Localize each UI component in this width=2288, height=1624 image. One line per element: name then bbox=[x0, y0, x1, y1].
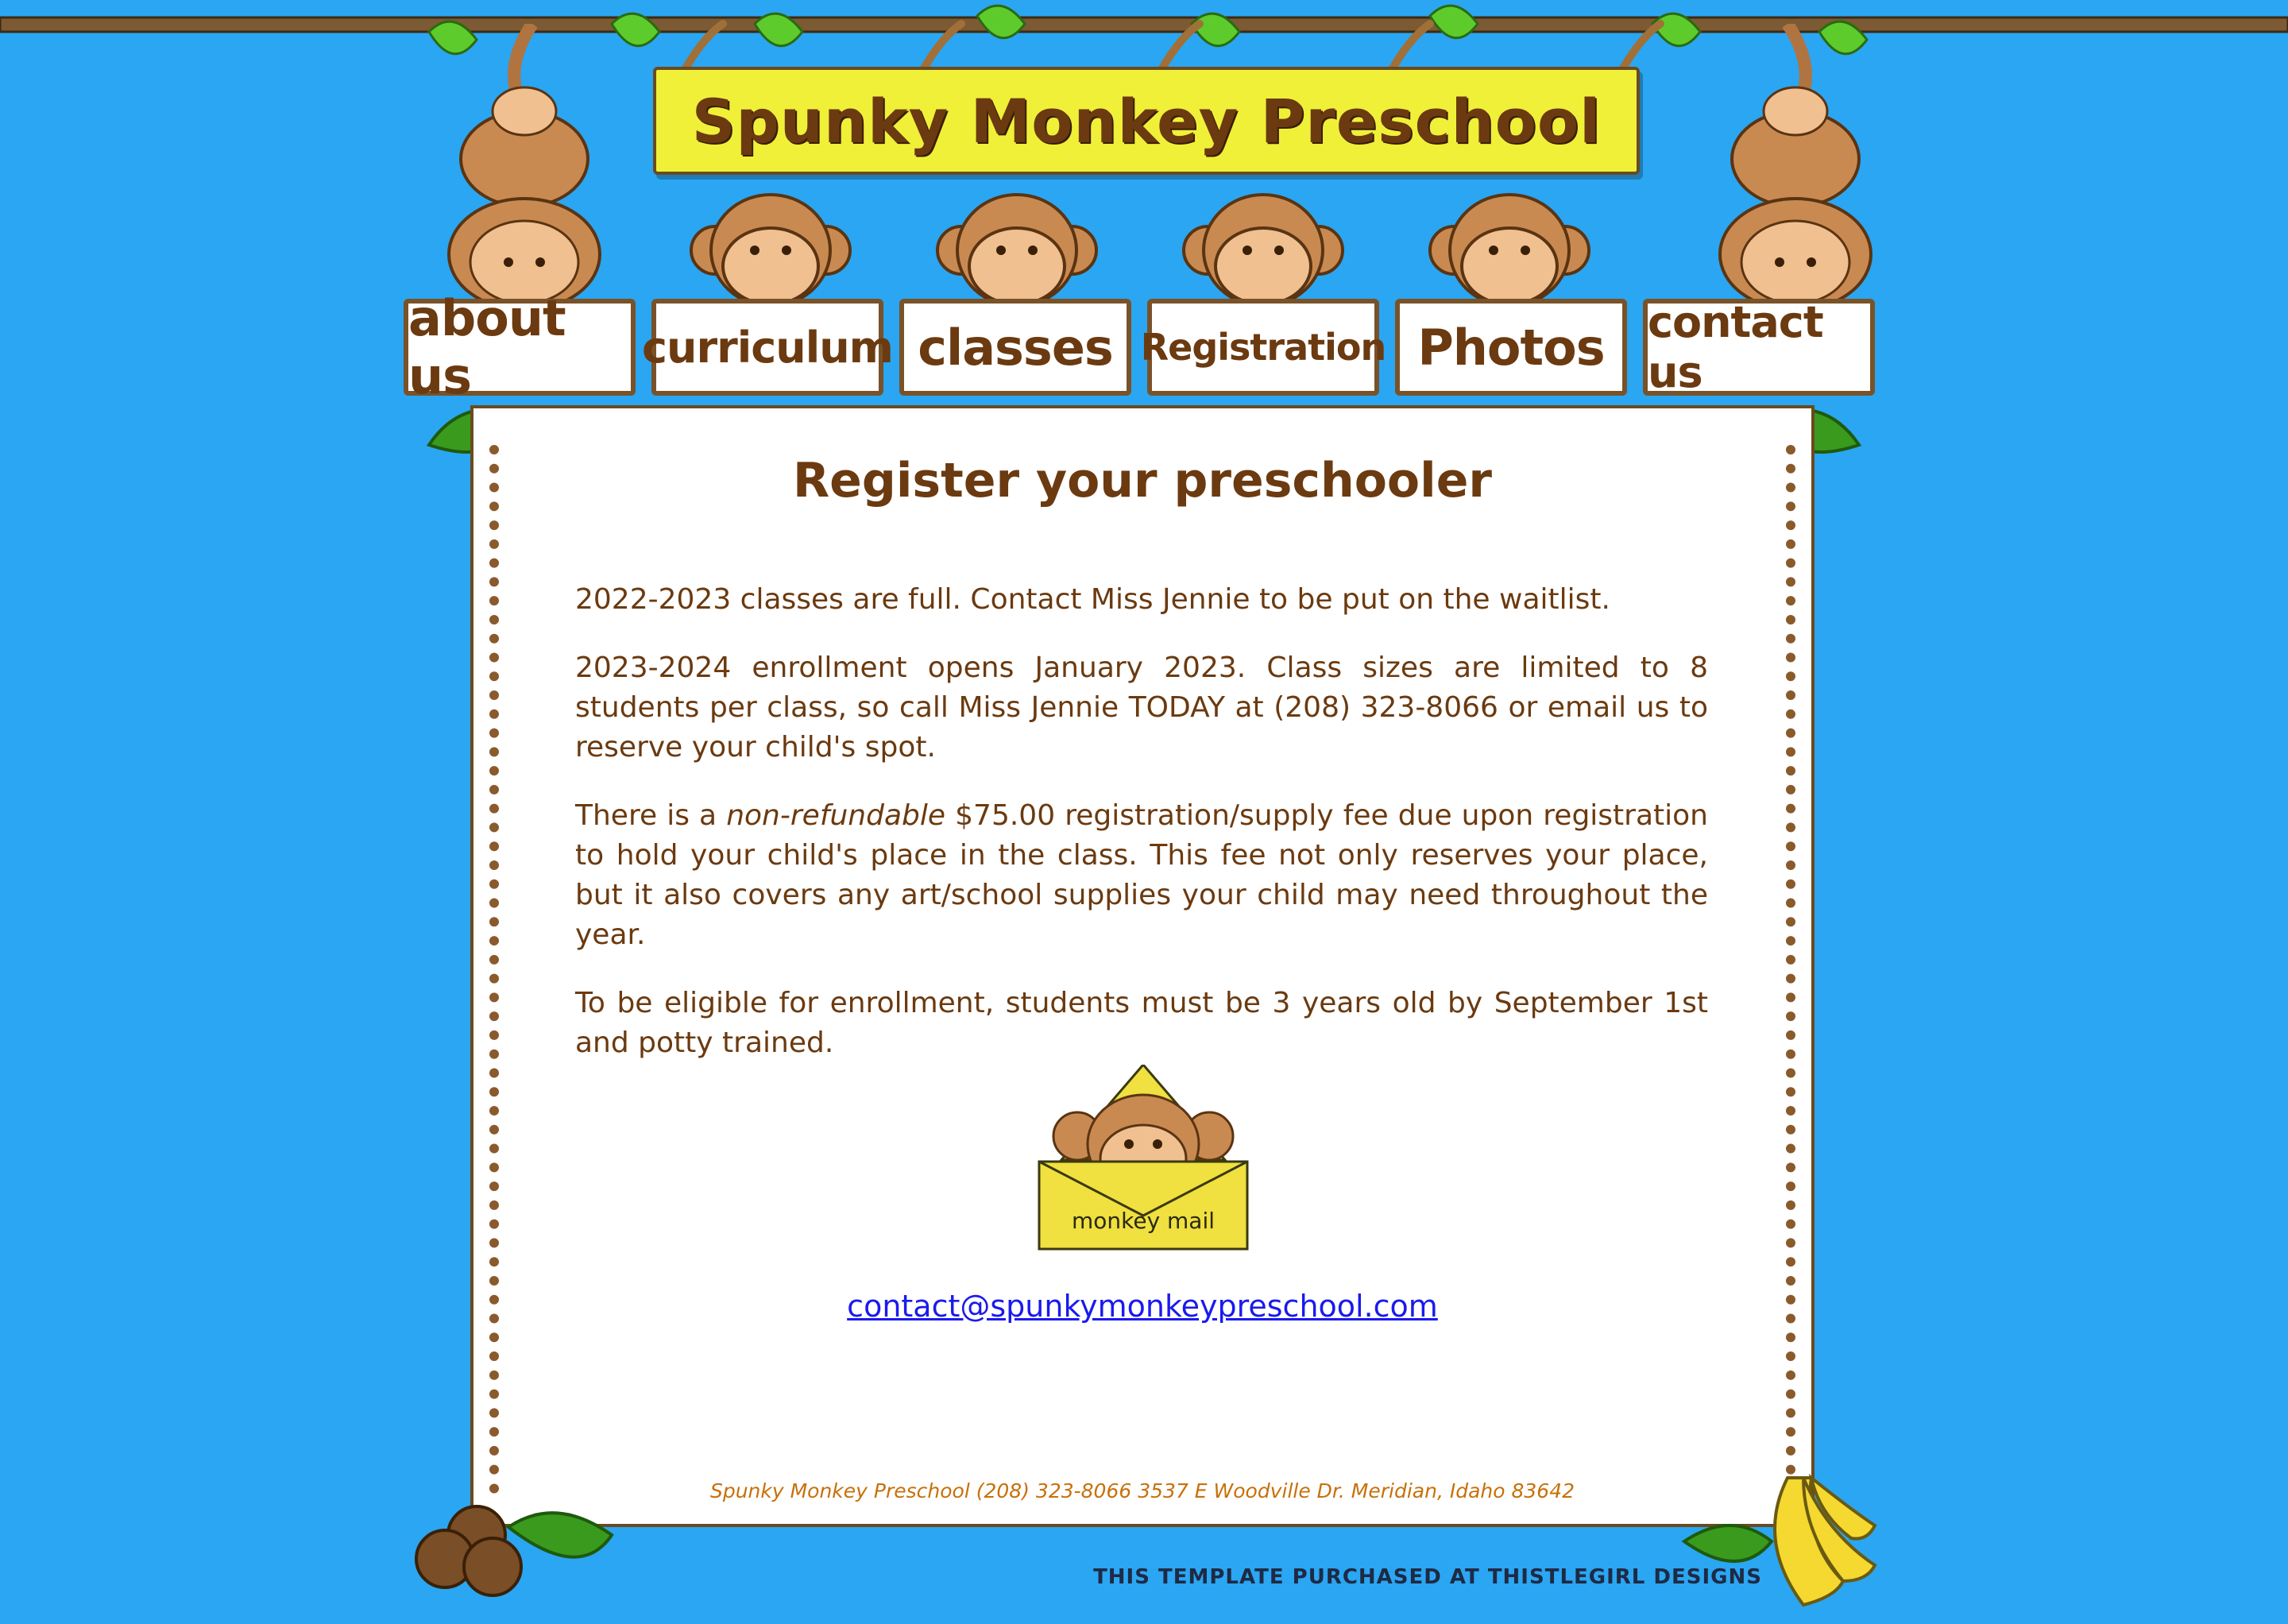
monkey-faces-row-icon bbox=[690, 193, 1590, 307]
enrollment-paragraph: 2023-2024 enrollment opens January 2023.… bbox=[575, 652, 1708, 764]
stitch-border-left bbox=[489, 445, 499, 1494]
main-nav: about us curriculum classes Registration… bbox=[404, 289, 1878, 405]
site-title-banner: Spunky Monkey Preschool bbox=[653, 67, 1640, 175]
coconuts-icon bbox=[415, 1505, 614, 1597]
nav-curriculum-label: curriculum bbox=[642, 322, 894, 373]
nav-contact-us[interactable]: contact us bbox=[1643, 297, 1875, 397]
nav-about-us-label: about us bbox=[408, 289, 566, 405]
monkey-mail-label: monkey mail bbox=[1071, 1208, 1216, 1234]
nav-photos-label: Photos bbox=[1417, 318, 1605, 377]
contact-email-link[interactable]: contact@spunkymonkeypreschool.com bbox=[470, 1289, 1815, 1324]
site-title: Spunky Monkey Preschool bbox=[691, 85, 1602, 157]
monkey-mail-image: monkey mail bbox=[1038, 1062, 1249, 1252]
monkey-hanging-right-icon bbox=[1718, 24, 1873, 310]
nav-classes[interactable]: classes bbox=[899, 299, 1131, 396]
nav-contact-us-label: contact us bbox=[1648, 297, 1824, 397]
registration-content: 2022-2023 classes are full. Contact Miss… bbox=[575, 580, 1708, 1092]
bananas-icon bbox=[1681, 1473, 1877, 1607]
nav-classes-label: classes bbox=[918, 318, 1114, 377]
footer-address: Spunky Monkey Preschool (208) 323-8066 3… bbox=[709, 1479, 1575, 1502]
nav-registration-label: Registration bbox=[1140, 326, 1387, 369]
nav-about-us[interactable]: about us bbox=[404, 289, 636, 405]
stitch-border-right bbox=[1786, 445, 1795, 1494]
fee-paragraph: There is a non-refundable $75.00 registr… bbox=[575, 796, 1708, 955]
nav-registration[interactable]: Registration bbox=[1141, 299, 1386, 396]
eligibility-paragraph: To be eligible for enrollment, students … bbox=[575, 987, 1708, 1059]
nav-curriculum[interactable]: curriculum bbox=[642, 299, 894, 396]
waitlist-paragraph: 2022-2023 classes are full. Contact Miss… bbox=[575, 583, 1610, 616]
fee-text-start: There is a bbox=[575, 799, 727, 832]
nav-photos[interactable]: Photos bbox=[1395, 299, 1627, 396]
monkey-hanging-left-icon bbox=[447, 24, 601, 310]
fee-nonrefundable-emphasis: non-refundable bbox=[726, 799, 946, 832]
template-credit: THIS TEMPLATE PURCHASED AT THISTLEGIRL D… bbox=[1093, 1565, 1762, 1589]
page-title: Register your preschooler bbox=[792, 453, 1493, 509]
